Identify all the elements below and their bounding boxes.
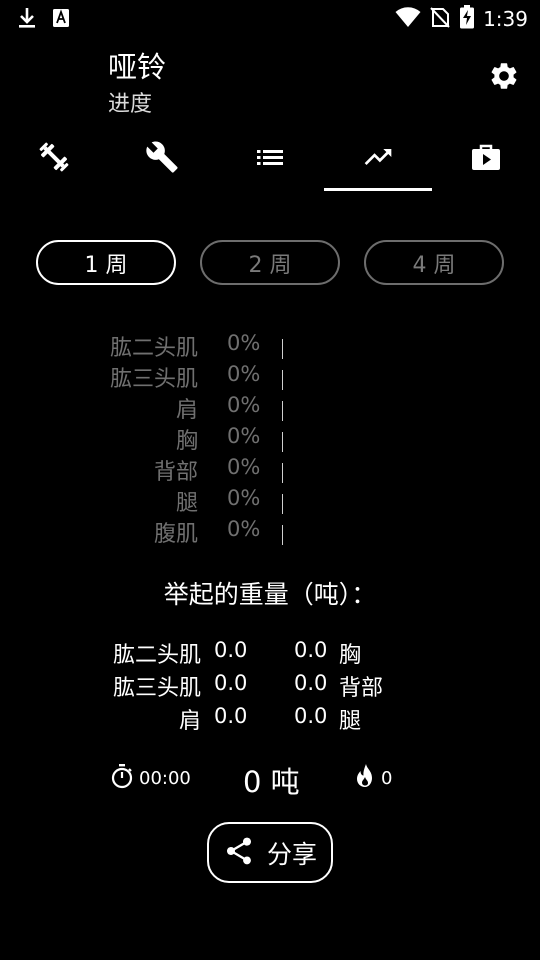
muscle-bar (282, 463, 283, 483)
streak-value: 0 (381, 767, 393, 789)
weight-row: 肩 0.0 0.0 腿 (0, 703, 540, 736)
muscle-percent: 0% (227, 517, 261, 541)
play-briefcase-icon (470, 141, 502, 177)
weight-right-name: 腿 (339, 709, 362, 734)
duration-stat: 00:00 (110, 763, 191, 793)
weight-right-name: 背部 (339, 676, 384, 701)
streak-stat: 0 (354, 763, 392, 793)
dumbbell-icon (37, 140, 71, 178)
muscle-bar (282, 432, 283, 452)
muscle-bar (282, 525, 283, 545)
muscle-name: 背部 (153, 460, 198, 485)
period-4-weeks-button[interactable]: 4 周 (364, 240, 504, 285)
fire-icon (354, 763, 376, 793)
app-title: 哑铃 (108, 50, 167, 84)
muscle-name: 肱三头肌 (109, 367, 198, 392)
share-label: 分享 (266, 839, 317, 869)
wrench-icon (145, 140, 179, 178)
weight-left-name: 肩 (178, 709, 201, 734)
weight-right-value: 0.0 (294, 671, 328, 695)
wifi-icon (395, 6, 421, 32)
page-subtitle: 进度 (108, 92, 153, 117)
tab-list[interactable] (216, 128, 324, 190)
muscle-percent: 0% (227, 331, 261, 355)
muscle-percent: 0% (227, 455, 261, 479)
muscle-row: 肱二头肌 0% (0, 330, 540, 361)
muscle-percent: 0% (227, 424, 261, 448)
share-icon (223, 835, 255, 871)
weight-left-value: 0.0 (214, 671, 248, 695)
weight-right-value: 0.0 (294, 704, 328, 728)
weight-right-value: 0.0 (294, 638, 328, 662)
muscle-row: 背部 0% (0, 454, 540, 485)
muscle-row: 腿 0% (0, 485, 540, 516)
gear-icon (488, 60, 520, 96)
weight-row: 肱三头肌 0.0 0.0 背部 (0, 670, 540, 703)
muscle-percent: 0% (227, 393, 261, 417)
weight-left-value: 0.0 (214, 704, 248, 728)
status-bar: 1:39 (0, 0, 540, 36)
muscle-name: 胸 (175, 429, 198, 454)
font-a-icon (52, 8, 70, 32)
weight-left-name: 肱二头肌 (112, 643, 201, 668)
total-weight-value: 0 吨 (243, 765, 300, 799)
muscle-percent: 0% (227, 362, 261, 386)
status-time: 1:39 (483, 7, 528, 31)
muscle-name: 腹肌 (153, 522, 198, 547)
trending-up-icon (362, 141, 394, 177)
stopwatch-icon (110, 763, 134, 793)
battery-charging-icon (459, 5, 475, 33)
tab-bar (0, 128, 540, 192)
muscle-name: 肱二头肌 (109, 336, 198, 361)
share-button[interactable]: 分享 (207, 822, 333, 883)
muscle-row: 肱三头肌 0% (0, 361, 540, 392)
download-icon (16, 6, 38, 34)
settings-button[interactable] (486, 60, 522, 96)
muscle-row: 胸 0% (0, 423, 540, 454)
list-icon (255, 142, 285, 176)
muscle-name: 腿 (175, 491, 198, 516)
weight-right-name: 胸 (339, 643, 362, 668)
no-sim-icon (429, 5, 451, 33)
muscle-percent: 0% (227, 486, 261, 510)
weight-lifted-heading: 举起的重量（吨）： (163, 580, 377, 609)
muscle-row: 肩 0% (0, 392, 540, 423)
duration-value: 00:00 (139, 767, 191, 789)
active-tab-indicator (324, 188, 432, 191)
weight-left-value: 0.0 (214, 638, 248, 662)
tab-tools[interactable] (108, 128, 216, 190)
weight-left-name: 肱三头肌 (112, 676, 201, 701)
muscle-bar (282, 339, 283, 359)
weight-row: 肱二头肌 0.0 0.0 胸 (0, 637, 540, 670)
muscle-name: 肩 (175, 398, 198, 423)
period-2-weeks-button[interactable]: 2 周 (200, 240, 340, 285)
tab-store[interactable] (432, 128, 540, 190)
muscle-bar (282, 370, 283, 390)
period-1-week-button[interactable]: 1 周 (36, 240, 176, 285)
muscle-bar (282, 494, 283, 514)
muscle-row: 腹肌 0% (0, 516, 540, 547)
tab-progress[interactable] (324, 128, 432, 190)
muscle-bar (282, 401, 283, 421)
tab-workouts[interactable] (0, 128, 108, 190)
